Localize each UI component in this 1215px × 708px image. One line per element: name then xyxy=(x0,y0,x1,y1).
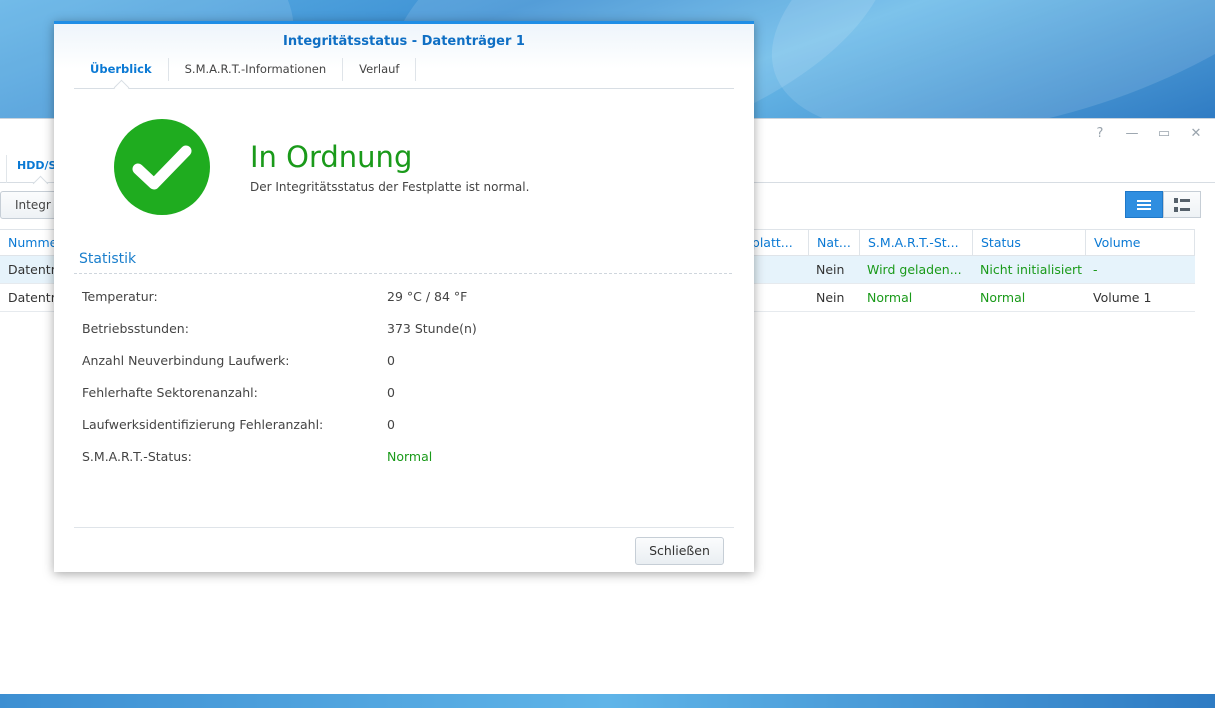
stat-identify-errors: Laufwerksidentifizierung Fehleranzahl: 0 xyxy=(82,417,722,437)
stat-label: Laufwerksidentifizierung Fehleranzahl: xyxy=(82,417,324,432)
stat-label: Anzahl Neuverbindung Laufwerk: xyxy=(82,353,290,368)
stat-value: Normal xyxy=(387,449,433,464)
stat-value: 373 Stunde(n) xyxy=(387,321,477,336)
stat-value: 29 °C / 84 °F xyxy=(387,289,468,304)
integrity-status-dialog: Integritätsstatus - Datenträger 1 Überbl… xyxy=(54,21,754,572)
detail-list-icon xyxy=(1174,197,1190,212)
cell-number: Datentr xyxy=(8,262,56,277)
col-header-native[interactable]: Nat... xyxy=(808,230,859,255)
cell-volume: - xyxy=(1093,262,1098,277)
list-icon xyxy=(1137,199,1151,210)
health-status-title: In Ordnung xyxy=(250,140,413,174)
tab-smart-info[interactable]: S.M.A.R.T.-Informationen xyxy=(169,58,344,81)
cell-smart: Normal xyxy=(867,290,913,305)
close-icon[interactable]: ✕ xyxy=(1189,127,1203,141)
taskbar-strip xyxy=(0,694,1215,708)
dialog-title: Integritätsstatus - Datenträger 1 xyxy=(283,34,525,49)
cell-native: Nein xyxy=(816,262,845,277)
minimize-icon[interactable]: — xyxy=(1125,127,1139,141)
view-toggle xyxy=(1125,191,1201,218)
stat-value: 0 xyxy=(387,417,395,432)
col-header-status[interactable]: Status xyxy=(972,230,1085,255)
checkmark-icon xyxy=(114,119,210,215)
cell-native: Nein xyxy=(816,290,845,305)
stat-label: Betriebsstunden: xyxy=(82,321,189,336)
footer-divider xyxy=(74,527,734,528)
dialog-tabs: Überblick S.M.A.R.T.-Informationen Verla… xyxy=(74,58,734,89)
stat-label: Temperatur: xyxy=(82,289,158,304)
stat-reconnects: Anzahl Neuverbindung Laufwerk: 0 xyxy=(82,353,722,373)
stat-value: 0 xyxy=(387,385,395,400)
stat-label: Fehlerhafte Sektorenanzahl: xyxy=(82,385,258,400)
stat-bad-sectors: Fehlerhafte Sektorenanzahl: 0 xyxy=(82,385,722,405)
cell-status: Nicht initialisiert xyxy=(980,262,1083,277)
col-header-smart[interactable]: S.M.A.R.T.-St... xyxy=(859,230,972,255)
cell-number: Datentr xyxy=(8,290,56,305)
tab-overview[interactable]: Überblick xyxy=(74,58,169,81)
stat-temperature: Temperatur: 29 °C / 84 °F xyxy=(82,289,722,309)
detail-view-button[interactable] xyxy=(1163,191,1201,218)
cell-status: Normal xyxy=(980,290,1026,305)
health-status-description: Der Integritätsstatus der Festplatte ist… xyxy=(250,180,530,194)
col-header-volume[interactable]: Volume xyxy=(1085,230,1195,255)
tab-history[interactable]: Verlauf xyxy=(343,58,417,81)
stat-smart-status: S.M.A.R.T.-Status: Normal xyxy=(82,449,722,469)
stat-operating-hours: Betriebsstunden: 373 Stunde(n) xyxy=(82,321,722,341)
window-controls: ? — ▭ ✕ xyxy=(1093,127,1203,141)
cell-smart: Wird geladen... xyxy=(867,262,962,277)
help-icon[interactable]: ? xyxy=(1093,127,1107,141)
maximize-icon[interactable]: ▭ xyxy=(1157,127,1171,141)
col-header-number[interactable]: Numme xyxy=(0,230,60,255)
close-button[interactable]: Schließen xyxy=(635,537,724,565)
list-view-button[interactable] xyxy=(1125,191,1163,218)
cell-volume: Volume 1 xyxy=(1093,290,1152,305)
section-divider xyxy=(74,273,732,274)
statistics-heading: Statistik xyxy=(79,251,137,267)
stat-value: 0 xyxy=(387,353,395,368)
stat-label: S.M.A.R.T.-Status: xyxy=(82,449,192,464)
